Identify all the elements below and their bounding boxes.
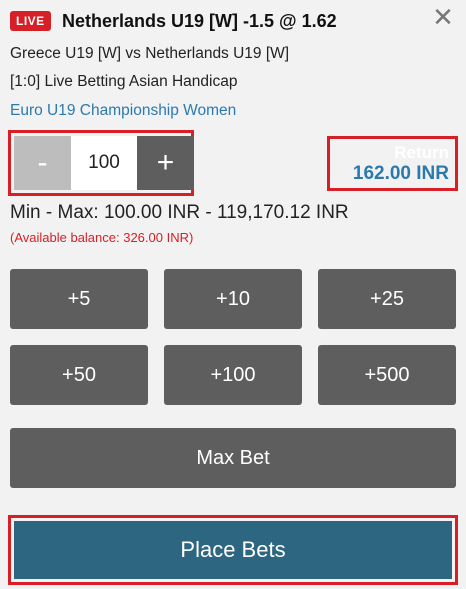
quick-stake-500-button[interactable]: +500 xyxy=(318,345,456,405)
potential-return: Return 162.00 INR xyxy=(327,136,458,191)
betslip-header: LIVE Netherlands U19 [W] -1.5 @ 1.62 ✕ xyxy=(8,4,458,38)
live-badge: LIVE xyxy=(10,11,51,31)
place-bets-frame: Place Bets xyxy=(8,515,458,585)
place-bets-button[interactable]: Place Bets xyxy=(14,521,452,579)
quick-stake-50-button[interactable]: +50 xyxy=(10,345,148,405)
stake-stepper: - + xyxy=(8,130,194,196)
increase-stake-button[interactable]: + xyxy=(137,136,194,190)
quick-stake-10-button[interactable]: +10 xyxy=(164,269,302,329)
league-link[interactable]: Euro U19 Championship Women xyxy=(10,102,236,120)
match-name: Greece U19 [W] vs Netherlands U19 [W] xyxy=(10,45,290,62)
quick-stake-25-button[interactable]: +25 xyxy=(318,269,456,329)
stake-input[interactable] xyxy=(71,136,137,190)
close-icon[interactable]: ✕ xyxy=(430,4,456,30)
selection-title: Netherlands U19 [W] -1.5 @ 1.62 xyxy=(62,11,337,31)
max-bet-button[interactable]: Max Bet xyxy=(10,428,456,488)
stake-limits: Min - Max: 100.00 INR - 119,170.12 INR xyxy=(10,202,349,223)
quick-stake-5-button[interactable]: +5 xyxy=(10,269,148,329)
return-value: 162.00 INR xyxy=(352,163,449,184)
quick-stake-100-button[interactable]: +100 xyxy=(164,345,302,405)
available-balance: (Available balance: 326.00 INR) xyxy=(10,230,194,245)
market-name: [1:0] Live Betting Asian Handicap xyxy=(10,73,238,90)
return-label: Return xyxy=(394,143,449,162)
decrease-stake-button[interactable]: - xyxy=(14,136,71,190)
